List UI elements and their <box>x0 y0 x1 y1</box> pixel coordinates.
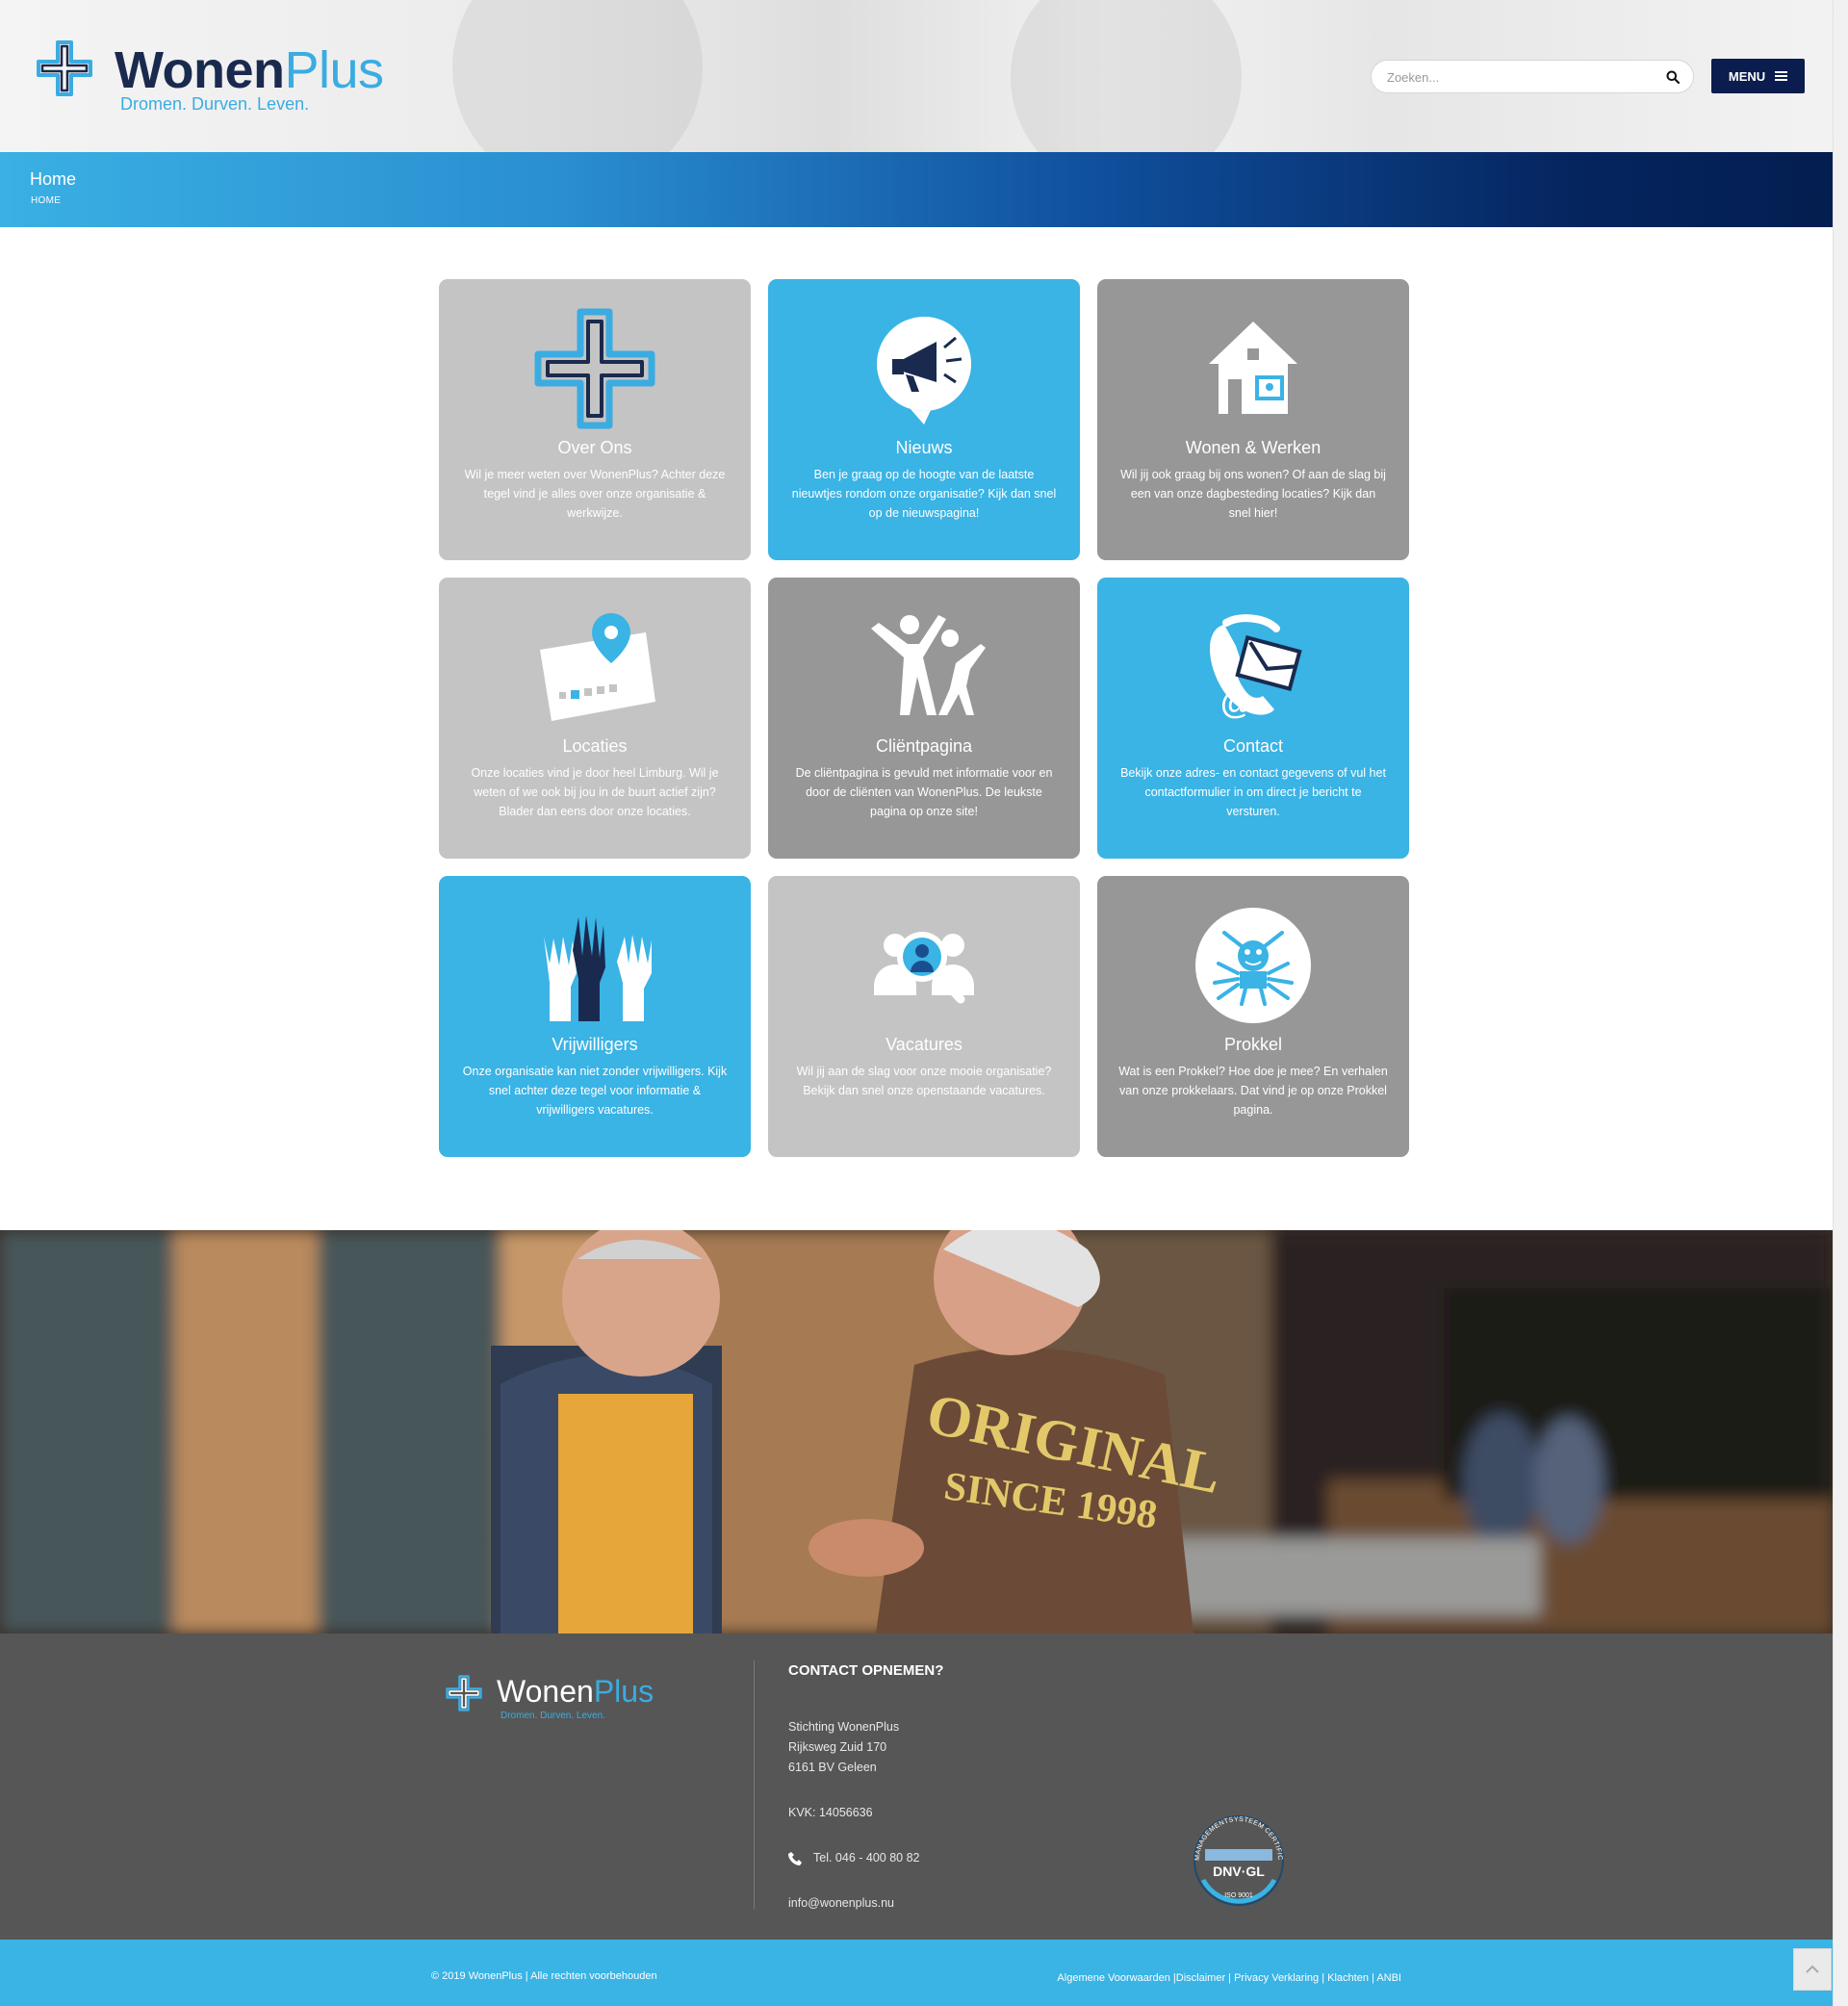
page-scrollbar[interactable] <box>1833 0 1848 2006</box>
phone-mail-icon: @ <box>1210 614 1302 721</box>
contact-heading: CONTACT OPNEMEN? <box>788 1662 944 1679</box>
link-klachten[interactable]: Klachten <box>1327 1972 1369 1984</box>
phone-icon <box>788 1851 802 1865</box>
footer-divider <box>754 1660 755 1909</box>
hamburger-icon <box>1775 71 1788 81</box>
tile-clientpagina[interactable]: Cliëntpagina De cliëntpagina is gevuld m… <box>768 578 1080 859</box>
tile-vrijwilligers[interactable]: Vrijwilligers Onze organisatie kan niet … <box>439 876 751 1157</box>
chevron-up-icon <box>1806 1965 1819 1973</box>
link-separator: | <box>1225 1972 1235 1984</box>
footer-logo-tagline: Dromen. Durven. Leven. <box>500 1710 605 1721</box>
tile-description: Ben je graag op de hoogte van de laatste… <box>791 468 1057 520</box>
cert-bottom-text: ISO 9001 <box>1224 1892 1253 1899</box>
people-cheering-icon <box>871 615 986 715</box>
map-pin-icon <box>540 613 655 721</box>
tile-title: Vacatures <box>886 1035 962 1054</box>
tile-description: Onze organisatie kan niet zonder vrijwil… <box>462 1065 728 1117</box>
contact-kvk: KVK: 14056636 <box>788 1806 873 1819</box>
tile-nieuws[interactable]: Nieuws Ben je graag op de hoogte van de … <box>768 279 1080 560</box>
header-photo-figure <box>1011 0 1242 152</box>
raised-hands-icon <box>544 915 652 1021</box>
tile-title: Contact <box>1222 736 1284 756</box>
tile-description: Wat is een Prokkel? Hoe doe je mee? En v… <box>1118 1065 1388 1117</box>
tile-wonen-werken[interactable]: Wonen & Werken Wil jij ook graag bij ons… <box>1097 279 1409 560</box>
link-privacy[interactable]: Privacy Verklaring <box>1234 1972 1319 1984</box>
header-photo-figure <box>452 0 703 152</box>
page-banner: Home HOME <box>0 152 1848 227</box>
tile-over-ons[interactable]: Over Ons Wil je meer weten over WonenPlu… <box>439 279 751 560</box>
magnifier-people-icon <box>874 932 974 1004</box>
megaphone-icon <box>877 317 971 424</box>
hero-photo: ORIGINAL SINCE 1998 <box>0 1230 1833 1633</box>
handshake-photo: ORIGINAL SINCE 1998 <box>0 1230 1833 1633</box>
footer-logo[interactable]: WonenPlus Dromen. Durven. Leven. <box>445 1674 666 1728</box>
contact-city: 6161 BV Geleen <box>788 1761 877 1774</box>
footer-contact: CONTACT OPNEMEN? Stichting WonenPlus Rij… <box>788 1662 943 1914</box>
svg-text:@: @ <box>1220 684 1252 721</box>
tile-grid: Over Ons Wil je meer weten over WonenPlu… <box>439 279 1410 1157</box>
link-anbi[interactable]: ANBI <box>1376 1972 1401 1984</box>
search-input[interactable] <box>1387 67 1647 87</box>
back-to-top-button[interactable] <box>1793 1948 1832 1991</box>
tile-description: Wil je meer weten over WonenPlus? Achter… <box>464 468 726 520</box>
tile-title: Vrijwilligers <box>552 1035 638 1054</box>
tile-locaties[interactable]: Locaties Onze locaties vind je door heel… <box>439 578 751 859</box>
menu-button-label: MENU <box>1728 68 1766 84</box>
tile-title: Over Ons <box>557 438 632 457</box>
link-disclaimer[interactable]: Disclaimer <box>1176 1972 1225 1984</box>
site-header: WonenPlus Dromen. Durven. Leven. MENU <box>0 0 1848 152</box>
site-logo[interactable]: WonenPlus Dromen. Durven. Leven. <box>35 39 384 119</box>
breadcrumb[interactable]: HOME <box>31 195 61 206</box>
search-box <box>1371 60 1694 93</box>
tile-description: Wil jij aan de slag voor onze mooie orga… <box>796 1065 1052 1097</box>
tile-title: Locaties <box>562 736 628 756</box>
page-title: Home <box>30 169 77 189</box>
logo-tagline: Dromen. Durven. Leven. <box>120 94 310 114</box>
contact-email[interactable]: info@wonenplus.nu <box>788 1893 943 1914</box>
cross-logo-icon <box>37 40 92 96</box>
copyright: © 2019 WonenPlus | Alle rechten voorbeho… <box>431 1970 657 1982</box>
house-icon <box>1209 321 1297 414</box>
logo-wordmark: WonenPlus <box>115 41 384 99</box>
link-algemene-voorwaarden[interactable]: Algemene Voorwaarden <box>1057 1972 1169 1984</box>
cross-logo-icon <box>446 1675 482 1711</box>
contact-org: Stichting WonenPlus <box>788 1720 900 1734</box>
tile-description: De cliëntpagina is gevuld met informatie… <box>795 766 1053 818</box>
link-separator: | <box>1319 1972 1328 1984</box>
dnv-certificate-badge: MANAGEMENTSYSTEEM CERTIFICATE DNV·GL ISO… <box>1186 1805 1284 1906</box>
menu-button[interactable]: MENU <box>1711 59 1805 93</box>
cert-mid-text: DNV·GL <box>1213 1864 1265 1879</box>
tile-description: Onze locaties vind je door heel Limburg.… <box>471 766 719 818</box>
tile-description: Wil jij ook graag bij ons wonen? Of aan … <box>1120 468 1386 520</box>
contact-tel-text: Tel. 046 - 400 80 82 <box>813 1851 920 1865</box>
site-footer: WonenPlus Dromen. Durven. Leven. CONTACT… <box>0 1633 1833 1940</box>
cross-logo-icon <box>534 308 655 429</box>
footer-logo-wordmark: WonenPlus <box>497 1674 654 1709</box>
prokkel-frog-icon <box>1195 908 1311 1023</box>
tile-title: Wonen & Werken <box>1185 438 1322 457</box>
search-icon[interactable] <box>1666 70 1680 84</box>
footer-links: Algemene Voorwaarden |Disclaimer | Priva… <box>1057 1972 1401 1984</box>
contact-street: Rijksweg Zuid 170 <box>788 1740 887 1754</box>
tile-title: Cliëntpagina <box>875 736 973 756</box>
tile-contact[interactable]: @ Contact Bekijk onze adres- en contact … <box>1097 578 1409 859</box>
tile-title: Nieuws <box>895 438 953 457</box>
tile-description: Bekijk onze adres- en contact gegevens o… <box>1120 766 1386 818</box>
bottom-bar: © 2019 WonenPlus | Alle rechten voorbeho… <box>0 1940 1833 2006</box>
tile-prokkel[interactable]: Prokkel Wat is een Prokkel? Hoe doe je m… <box>1097 876 1409 1157</box>
contact-tel[interactable]: Tel. 046 - 400 80 82 <box>788 1848 943 1868</box>
tile-vacatures[interactable]: Vacatures Wil jij aan de slag voor onze … <box>768 876 1080 1157</box>
tile-title: Prokkel <box>1223 1035 1283 1054</box>
